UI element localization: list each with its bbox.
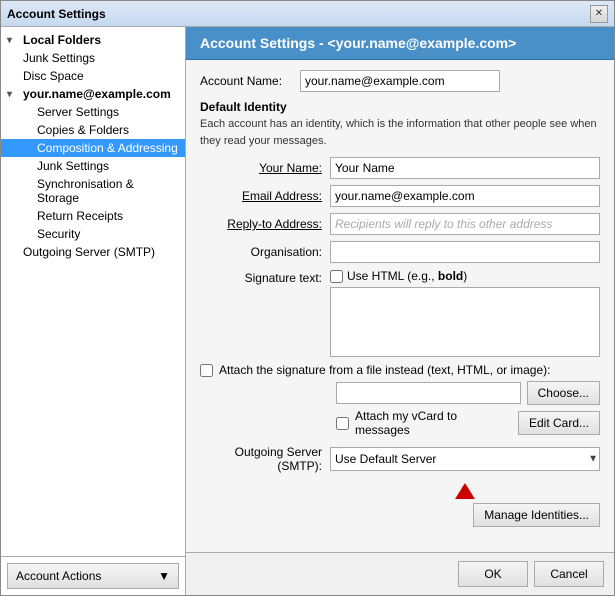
signature-text-label: Signature text: — [200, 269, 330, 285]
signature-area: Signature text: Use HTML (e.g., bold) — [200, 269, 600, 357]
sidebar-item-label: Local Folders — [23, 33, 101, 47]
vcard-row: Attach my vCard to messages Edit Card... — [200, 409, 600, 437]
email-address-row: Email Address: — [200, 185, 600, 207]
use-html-checkbox[interactable] — [330, 270, 343, 283]
attach-file-row: Attach the signature from a file instead… — [200, 363, 600, 377]
sidebar-item-return-receipts[interactable]: Return Receipts — [1, 207, 185, 225]
email-address-label: Email Address: — [200, 189, 330, 203]
manage-identities-row: Manage Identities... — [200, 503, 600, 527]
sidebar-item-security[interactable]: Security — [1, 225, 185, 243]
sidebar-item-label: Server Settings — [37, 105, 119, 119]
sidebar-item-label: Junk Settings — [23, 51, 95, 65]
close-button[interactable]: ✕ — [590, 5, 608, 23]
edit-card-button[interactable]: Edit Card... — [518, 411, 600, 435]
organisation-input[interactable] — [330, 241, 600, 263]
sidebar: ▾ Local Folders Junk Settings Disc Space… — [1, 27, 186, 595]
sidebar-bottom: Account Actions ▼ — [1, 556, 185, 595]
account-name-row: Account Name: — [200, 70, 600, 92]
sidebar-item-account[interactable]: ▾ your.name@example.com — [1, 85, 185, 103]
account-name-input[interactable] — [300, 70, 500, 92]
signature-textarea[interactable] — [330, 287, 600, 357]
use-html-label: Use HTML (e.g., bold) — [347, 269, 467, 283]
sidebar-item-label: your.name@example.com — [23, 87, 171, 101]
outgoing-server-select[interactable]: Use Default Server your.name@example.com — [330, 447, 600, 471]
ok-button[interactable]: OK — [458, 561, 528, 587]
vcard-label: Attach my vCard to messages — [355, 409, 506, 437]
reply-to-label: Reply-to Address: — [200, 217, 330, 231]
sidebar-item-synchronisation-storage[interactable]: Synchronisation & Storage — [1, 175, 185, 207]
reply-to-input[interactable] — [330, 213, 600, 235]
outgoing-server-select-wrap: Use Default Server your.name@example.com… — [330, 447, 600, 471]
default-identity-desc: Each account has an identity, which is t… — [200, 116, 600, 149]
panel-body: Account Name: Default Identity Each acco… — [186, 60, 614, 552]
html-check-row: Use HTML (e.g., bold) — [330, 269, 600, 283]
account-actions-arrow-icon: ▼ — [158, 569, 170, 583]
expand-icon: ▾ — [7, 89, 19, 100]
account-name-label: Account Name: — [200, 74, 300, 88]
panel-footer: OK Cancel — [186, 552, 614, 595]
sidebar-item-label: Junk Settings — [37, 159, 109, 173]
default-identity-title: Default Identity — [200, 100, 600, 114]
account-settings-window: Account Settings ✕ ▾ Local Folders Junk … — [0, 0, 615, 596]
sidebar-item-label: Copies & Folders — [37, 123, 129, 137]
organisation-row: Organisation: — [200, 241, 600, 263]
your-name-row: Your Name: — [200, 157, 600, 179]
arrow-indicator — [330, 483, 600, 499]
up-arrow-icon — [455, 483, 475, 499]
attach-file-checkbox[interactable] — [200, 364, 213, 377]
smtp-row: Outgoing Server (SMTP): Use Default Serv… — [200, 445, 600, 473]
cancel-button[interactable]: Cancel — [534, 561, 604, 587]
panel-title: Account Settings - <your.name@example.co… — [200, 35, 516, 51]
sidebar-item-disc-space[interactable]: Disc Space — [1, 67, 185, 85]
right-panel: Account Settings - <your.name@example.co… — [186, 27, 614, 595]
attach-file-label: Attach the signature from a file instead… — [219, 363, 550, 377]
account-actions-button[interactable]: Account Actions ▼ — [7, 563, 179, 589]
sidebar-item-local-folders[interactable]: ▾ Local Folders — [1, 31, 185, 49]
sidebar-item-composition-addressing[interactable]: Composition & Addressing — [1, 139, 185, 157]
sidebar-item-label: Security — [37, 227, 80, 241]
account-actions-label: Account Actions — [16, 569, 101, 583]
outgoing-server-label: Outgoing Server (SMTP): — [200, 445, 330, 473]
sidebar-item-junk-settings[interactable]: Junk Settings — [1, 49, 185, 67]
main-content: ▾ Local Folders Junk Settings Disc Space… — [1, 27, 614, 595]
your-name-label: Your Name: — [200, 161, 330, 175]
organisation-label: Organisation: — [200, 245, 330, 259]
sidebar-item-label: Outgoing Server (SMTP) — [23, 245, 155, 259]
sidebar-item-label: Return Receipts — [37, 209, 123, 223]
sidebar-item-label: Composition & Addressing — [37, 141, 178, 155]
choose-button[interactable]: Choose... — [527, 381, 600, 405]
vcard-checkbox[interactable] — [336, 417, 349, 430]
sidebar-item-junk-settings2[interactable]: Junk Settings — [1, 157, 185, 175]
window-title: Account Settings — [7, 7, 106, 21]
attach-file-input-row: Choose... — [200, 381, 600, 405]
attach-file-input[interactable] — [336, 382, 521, 404]
email-address-input[interactable] — [330, 185, 600, 207]
manage-identities-button[interactable]: Manage Identities... — [473, 503, 600, 527]
sidebar-tree: ▾ Local Folders Junk Settings Disc Space… — [1, 27, 185, 556]
sidebar-item-outgoing-server[interactable]: Outgoing Server (SMTP) — [1, 243, 185, 261]
expand-icon: ▾ — [7, 35, 19, 46]
panel-header: Account Settings - <your.name@example.co… — [186, 27, 614, 60]
your-name-input[interactable] — [330, 157, 600, 179]
sidebar-item-label: Synchronisation & Storage — [37, 177, 179, 205]
sidebar-item-copies-folders[interactable]: Copies & Folders — [1, 121, 185, 139]
reply-to-row: Reply-to Address: — [200, 213, 600, 235]
title-bar: Account Settings ✕ — [1, 1, 614, 27]
sidebar-item-server-settings[interactable]: Server Settings — [1, 103, 185, 121]
signature-right: Use HTML (e.g., bold) — [330, 269, 600, 357]
sidebar-item-label: Disc Space — [23, 69, 84, 83]
